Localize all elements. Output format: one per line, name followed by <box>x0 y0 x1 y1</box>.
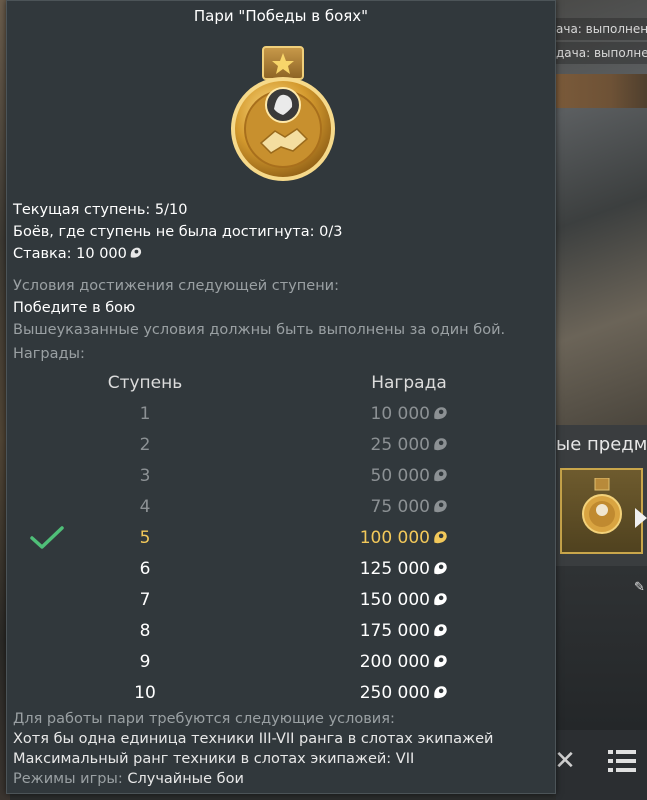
requirement-value: Случайные бои <box>127 771 244 787</box>
coin-icon <box>434 407 447 420</box>
coin-icon <box>434 686 447 699</box>
step-number: 8 <box>139 621 151 641</box>
step-number: 6 <box>139 559 151 579</box>
reward-value: 100 000 <box>359 528 430 548</box>
tooltip-title: Пари "Победы в боях" <box>193 7 369 25</box>
reward-value: 50 000 <box>370 466 430 486</box>
step-number: 1 <box>139 404 151 424</box>
mouse-cursor <box>635 508 647 528</box>
notification-line: дача: выполнен <box>556 42 647 64</box>
requirements-header: Для работы пари требуются следующие усло… <box>13 711 395 727</box>
requirement-label: Режимы игры: <box>13 771 128 787</box>
fails-text: Боёв, где ступень не была достигнута: 0/… <box>13 224 343 240</box>
reward-value: 25 000 <box>370 435 430 455</box>
wager-tooltip: Пари "Победы в боях" Текущая ступень: 5/… <box>6 0 556 794</box>
requirement-text: Максимальный ранг техники в слотах экипа… <box>13 751 415 767</box>
reward-value: 10 000 <box>370 404 430 424</box>
reward-row: 1 10 000 <box>7 404 555 435</box>
column-header-reward: Награда <box>371 373 447 393</box>
reward-row: 8 175 000 <box>7 621 555 652</box>
reward-value: 150 000 <box>359 590 430 610</box>
reward-value: 75 000 <box>370 497 430 517</box>
step-number: 9 <box>139 652 151 672</box>
step-number: 4 <box>139 497 151 517</box>
bet-text: Ставка: 10 000 <box>13 246 127 262</box>
step-number: 2 <box>139 435 151 455</box>
rewards-header: Награды: <box>13 346 85 362</box>
requirement-text: Хотя бы одна единица техники III-VII ран… <box>13 731 494 747</box>
reward-value: 250 000 <box>359 683 430 703</box>
condition-note: Вышеуказанные условия должны быть выполн… <box>13 322 506 338</box>
conditions-header: Условия достижения следующей ступени: <box>13 278 339 294</box>
list-icon[interactable] <box>608 748 636 774</box>
step-number: 3 <box>139 466 151 486</box>
coin-icon <box>434 500 447 513</box>
reward-amount: 150 000 <box>327 590 497 610</box>
reward-row: 7 150 000 <box>7 590 555 621</box>
coin-icon <box>434 655 447 668</box>
coin-icon <box>434 593 447 606</box>
coin-icon <box>434 562 447 575</box>
step-number: 7 <box>139 590 151 610</box>
coin-icon <box>434 469 447 482</box>
section-label: ые предм <box>556 434 647 455</box>
coin-icon <box>434 438 447 451</box>
reward-row: 5 100 000 <box>7 526 555 559</box>
reward-row: 4 75 000 <box>7 497 555 528</box>
reward-amount: 50 000 <box>327 466 497 486</box>
reward-row: 9 200 000 <box>7 652 555 683</box>
step-number: 5 <box>139 528 151 548</box>
reward-amount: 100 000 <box>327 528 497 548</box>
medal-icon <box>231 46 335 181</box>
notification-line: ача: выполнен <box>556 18 647 40</box>
check-icon <box>30 526 64 549</box>
reward-value: 175 000 <box>359 621 430 641</box>
reward-amount: 200 000 <box>327 652 497 672</box>
condition-text: Победите в бою <box>13 300 136 316</box>
current-step-text: Текущая ступень: 5/10 <box>13 202 188 218</box>
background-rock <box>556 74 647 108</box>
coin-icon <box>434 624 447 637</box>
reward-amount: 250 000 <box>327 683 497 703</box>
coin-icon <box>434 531 447 544</box>
step-number: 10 <box>134 683 156 703</box>
item-slot[interactable] <box>560 468 643 554</box>
medal-icon <box>582 478 622 534</box>
reward-amount: 125 000 <box>327 559 497 579</box>
reward-row: 6 125 000 <box>7 559 555 590</box>
column-header-step: Ступень <box>107 373 183 393</box>
reward-value: 200 000 <box>359 652 430 672</box>
reward-row: 2 25 000 <box>7 435 555 466</box>
coin-icon <box>130 247 142 258</box>
reward-amount: 25 000 <box>327 435 497 455</box>
pen-icon[interactable]: ✎ <box>634 580 647 595</box>
reward-row: 3 50 000 <box>7 466 555 497</box>
reward-amount: 75 000 <box>327 497 497 517</box>
reward-amount: 10 000 <box>327 404 497 424</box>
reward-amount: 175 000 <box>327 621 497 641</box>
reward-value: 125 000 <box>359 559 430 579</box>
